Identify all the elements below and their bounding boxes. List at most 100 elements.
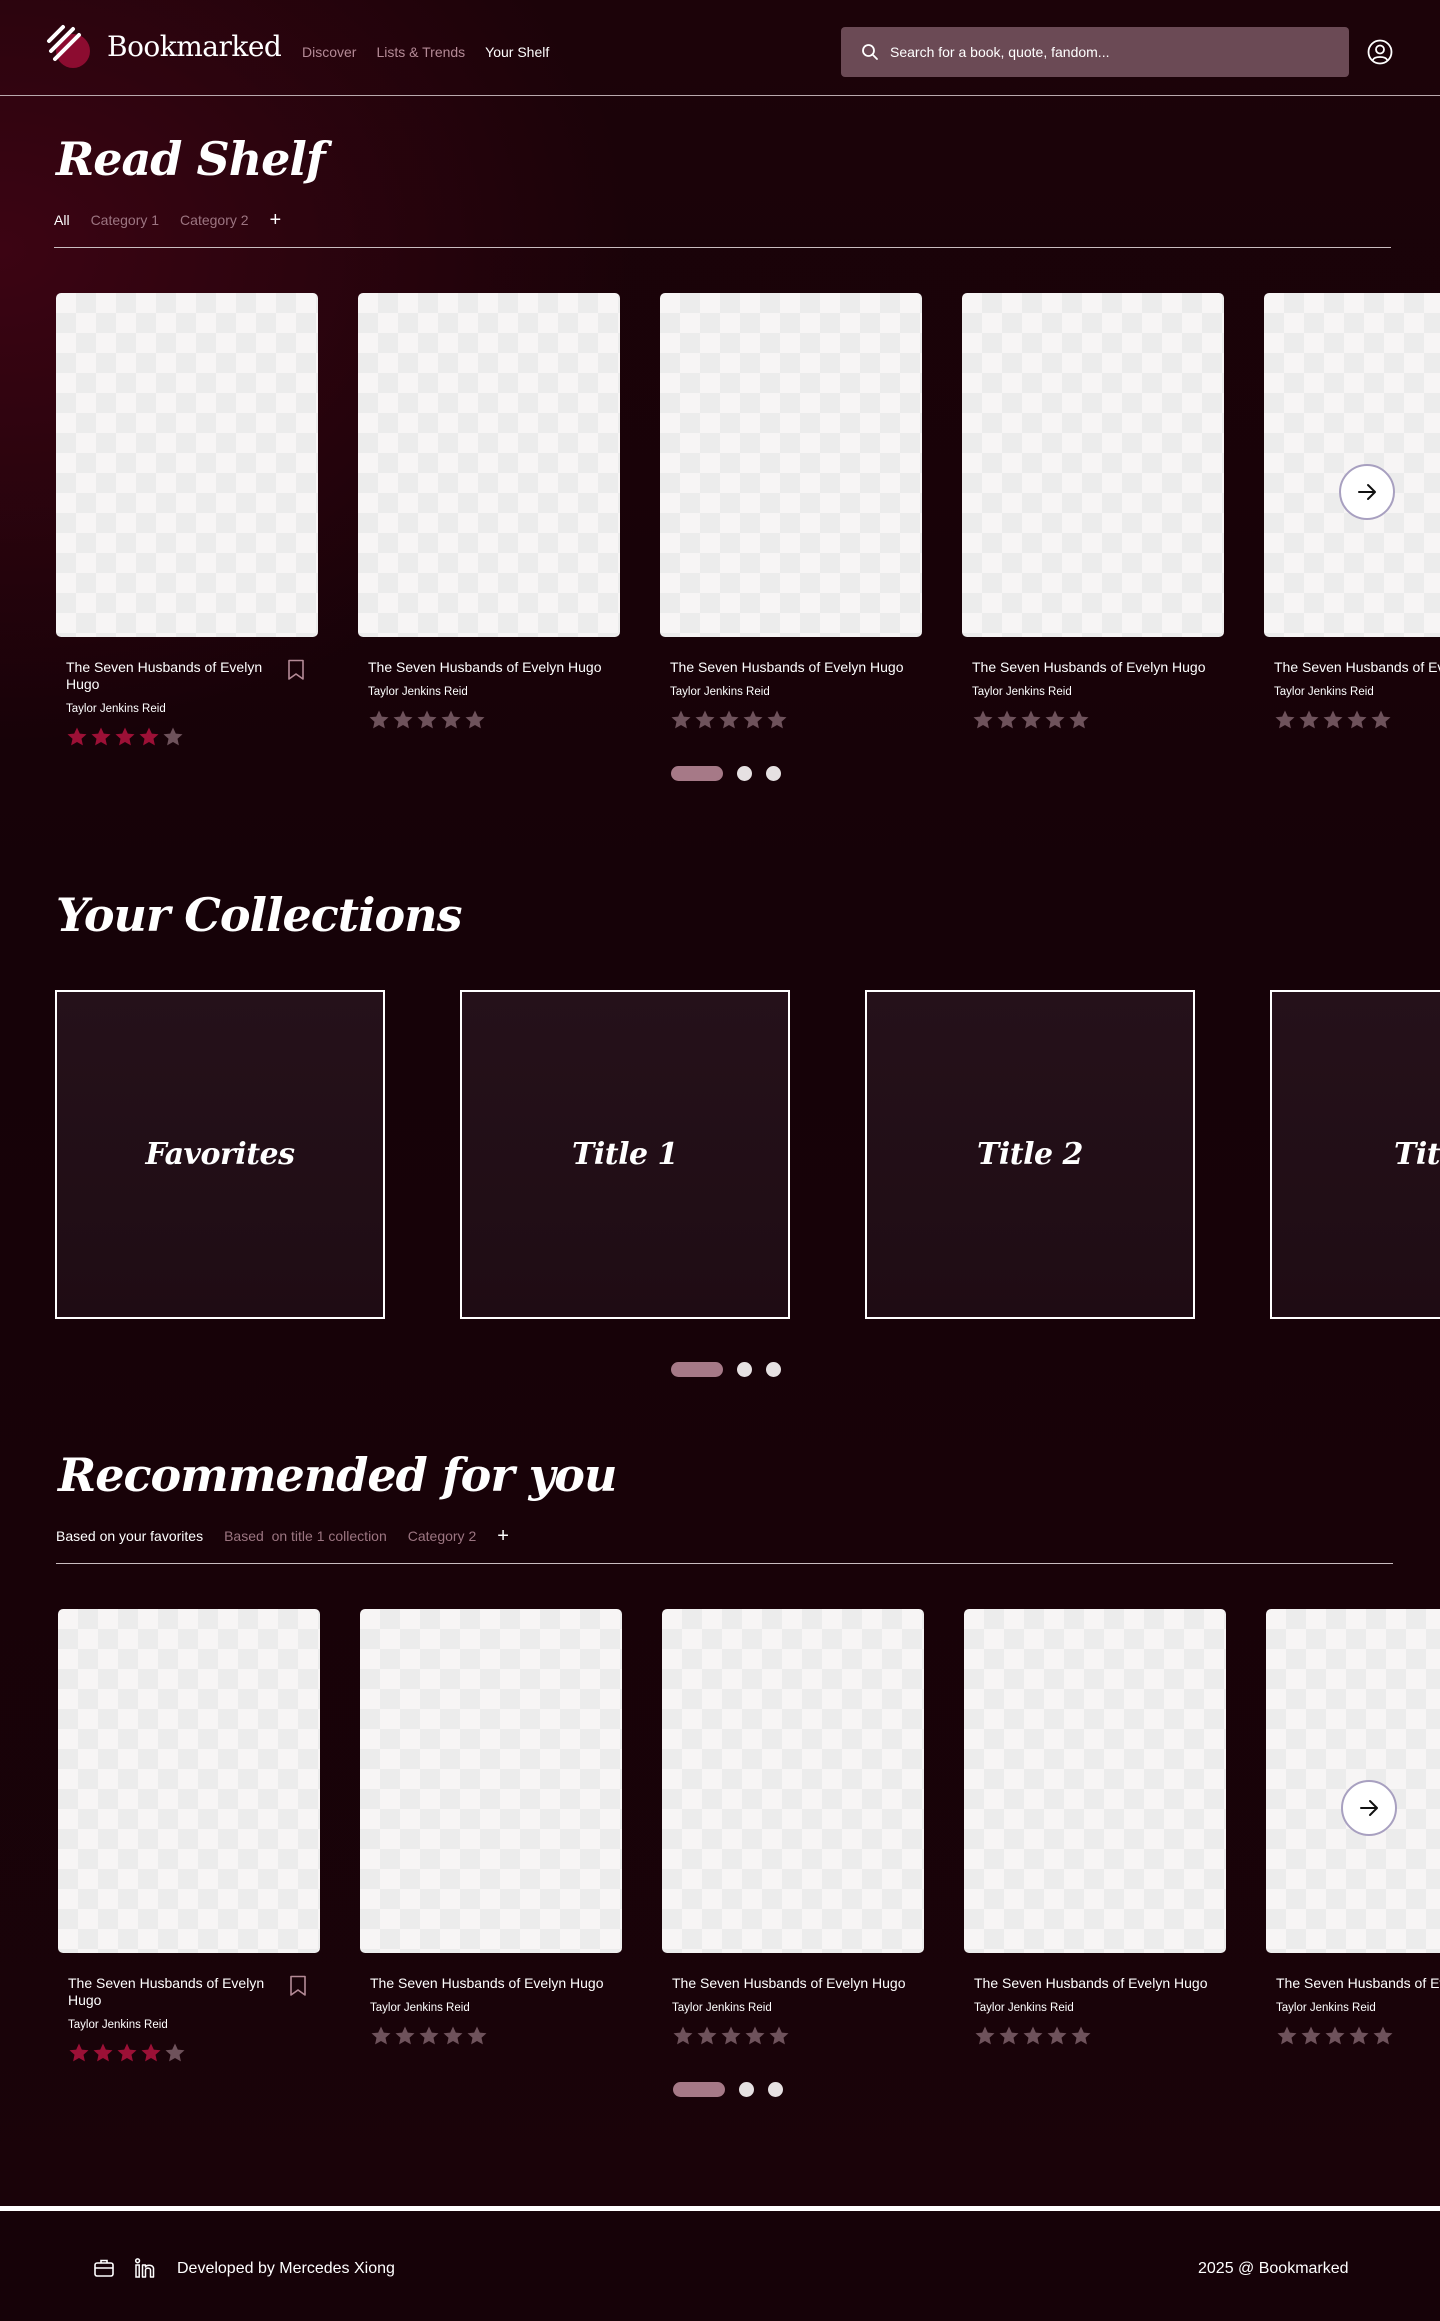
page-indicator-active[interactable] [671,1362,723,1377]
tab-based-on-title-1[interactable]: Based on title 1 collection [224,1528,387,1544]
star-empty-icon[interactable] [996,709,1018,731]
page-indicator-active[interactable] [671,766,723,781]
tab-category-2[interactable]: Category 2 [408,1528,476,1544]
carousel-next-button[interactable] [1341,1780,1397,1836]
page-indicator-active[interactable] [673,2082,725,2097]
star-empty-icon[interactable] [1274,709,1296,731]
star-rating[interactable] [368,709,486,731]
star-rating[interactable] [974,2025,1092,2047]
search-input[interactable] [890,44,1330,60]
star-empty-icon[interactable] [742,709,764,731]
star-empty-icon[interactable] [1068,709,1090,731]
book-title[interactable]: The Seven Husbands of Evelyn Hugo [670,659,930,676]
carousel-next-button[interactable] [1339,464,1395,520]
star-empty-icon[interactable] [1020,709,1042,731]
star-empty-icon[interactable] [418,2025,440,2047]
book-cover[interactable] [964,1609,1226,1953]
book-card[interactable]: The Seven Husbands of Evelyn Hugo Taylor… [360,1609,622,2045]
book-card[interactable]: The Seven Husbands of Evelyn Hugo Taylor… [962,293,1224,729]
star-empty-icon[interactable] [720,2025,742,2047]
star-rating[interactable] [1274,709,1392,731]
add-category-button[interactable]: + [497,1526,509,1546]
book-title[interactable]: The Seven Husbands of Evelyn Hugo [370,1975,630,1992]
star-rating[interactable] [68,2042,186,2064]
book-title[interactable]: The Seven Husbands of Evelyn Hugo [974,1975,1234,1992]
star-empty-icon[interactable] [670,709,692,731]
user-profile-icon[interactable] [1367,39,1393,65]
book-cover[interactable] [660,293,922,637]
page-indicator[interactable] [737,766,752,781]
star-empty-icon[interactable] [1322,709,1344,731]
book-title[interactable]: The Seven Husbands of Evelyn Hugo [1276,1975,1440,1992]
star-rating[interactable] [66,726,184,748]
page-indicator[interactable] [739,2082,754,2097]
star-empty-icon[interactable] [1300,2025,1322,2047]
book-title[interactable]: The Seven Husbands of Evelyn Hugo [368,659,628,676]
star-empty-icon[interactable] [1044,709,1066,731]
star-empty-icon[interactable] [440,709,462,731]
star-filled-icon[interactable] [140,2042,162,2064]
star-filled-icon[interactable] [92,2042,114,2064]
book-cover[interactable] [962,293,1224,637]
star-empty-icon[interactable] [1276,2025,1298,2047]
star-empty-icon[interactable] [370,2025,392,2047]
star-empty-icon[interactable] [744,2025,766,2047]
star-rating[interactable] [672,2025,790,2047]
collection-card[interactable]: Title 1 [460,990,790,1319]
star-empty-icon[interactable] [696,2025,718,2047]
collection-card[interactable]: Title 3 [1270,990,1440,1319]
page-indicator[interactable] [768,2082,783,2097]
star-filled-icon[interactable] [138,726,160,748]
tab-category-1[interactable]: Category 1 [91,212,159,228]
star-rating[interactable] [1276,2025,1394,2047]
add-category-button[interactable]: + [270,210,282,230]
star-empty-icon[interactable] [768,2025,790,2047]
star-rating[interactable] [670,709,788,731]
star-empty-icon[interactable] [672,2025,694,2047]
page-indicator[interactable] [766,1362,781,1377]
star-empty-icon[interactable] [1046,2025,1068,2047]
star-empty-icon[interactable] [1022,2025,1044,2047]
star-empty-icon[interactable] [974,2025,996,2047]
star-empty-icon[interactable] [1372,2025,1394,2047]
star-empty-icon[interactable] [368,709,390,731]
tab-category-2[interactable]: Category 2 [180,212,248,228]
bookmark-icon[interactable] [289,1975,307,1997]
search-bar[interactable] [841,27,1349,77]
nav-your-shelf[interactable]: Your Shelf [485,44,549,60]
star-empty-icon[interactable] [1370,709,1392,731]
star-empty-icon[interactable] [466,2025,488,2047]
star-empty-icon[interactable] [998,2025,1020,2047]
book-cover[interactable] [1266,1609,1440,1953]
book-cover[interactable] [56,293,318,637]
star-empty-icon[interactable] [766,709,788,731]
book-title[interactable]: The Seven Husbands of Evelyn Hugo [1274,659,1440,676]
star-empty-icon[interactable] [392,709,414,731]
briefcase-icon[interactable] [93,2257,115,2279]
book-title[interactable]: The Seven Husbands of Evelyn Hugo [672,1975,932,1992]
star-empty-icon[interactable] [1298,709,1320,731]
page-indicator[interactable] [737,1362,752,1377]
star-filled-icon[interactable] [116,2042,138,2064]
star-empty-icon[interactable] [162,726,184,748]
tab-all[interactable]: All [54,212,70,228]
nav-lists-trends[interactable]: Lists & Trends [376,44,465,60]
star-empty-icon[interactable] [464,709,486,731]
book-card[interactable]: The Seven Husbands of Evelyn Hugo Taylor… [1264,293,1440,729]
book-cover[interactable] [662,1609,924,1953]
star-filled-icon[interactable] [90,726,112,748]
book-card[interactable]: The Seven Husbands of Evelyn Hugo Taylor… [58,1609,320,2062]
star-empty-icon[interactable] [164,2042,186,2064]
book-title[interactable]: The Seven Husbands of Evelyn Hugo [66,659,276,693]
collection-card[interactable]: Favorites [55,990,385,1319]
nav-discover[interactable]: Discover [302,44,356,60]
brand-name[interactable]: Bookmarked [107,30,282,63]
logo-icon[interactable] [46,24,92,70]
linkedin-icon[interactable] [134,2257,156,2279]
book-card[interactable]: The Seven Husbands of Evelyn Hugo Taylor… [56,293,318,746]
star-empty-icon[interactable] [394,2025,416,2047]
star-empty-icon[interactable] [1346,709,1368,731]
star-rating[interactable] [370,2025,488,2047]
star-rating[interactable] [972,709,1090,731]
book-card[interactable]: The Seven Husbands of Evelyn Hugo Taylor… [662,1609,924,2045]
